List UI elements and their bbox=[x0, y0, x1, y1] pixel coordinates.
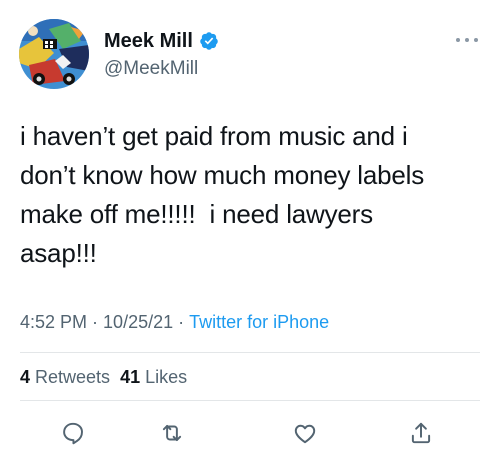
like-icon bbox=[294, 424, 316, 444]
likes-stat[interactable]: 41 Likes bbox=[120, 366, 187, 388]
tweet-text: i haven’t get paid from music and i don’… bbox=[20, 121, 425, 268]
tweet: Meek Mill @MeekMill i haven’t get paid f… bbox=[0, 0, 500, 472]
retweets-count: 4 bbox=[20, 367, 31, 387]
reply-button[interactable] bbox=[58, 418, 88, 448]
meta-separator: · bbox=[92, 312, 99, 332]
author-handle[interactable]: @MeekMill bbox=[104, 58, 198, 80]
meta-separator: · bbox=[178, 312, 185, 332]
like-button[interactable] bbox=[290, 418, 320, 448]
engagement-stats: 4 Retweets 41 Likes bbox=[20, 366, 197, 388]
retweets-label: Retweets bbox=[35, 367, 111, 387]
divider bbox=[20, 400, 480, 401]
retweets-stat[interactable]: 4 Retweets bbox=[20, 366, 110, 388]
avatar[interactable] bbox=[19, 19, 89, 89]
retweet-icon bbox=[162, 424, 182, 442]
avatar-image bbox=[19, 19, 89, 89]
likes-count: 41 bbox=[120, 367, 141, 387]
share-icon bbox=[411, 422, 431, 444]
tweet-source-link[interactable]: Twitter for iPhone bbox=[189, 311, 329, 333]
likes-label: Likes bbox=[145, 367, 188, 387]
more-options-icon[interactable] bbox=[454, 32, 480, 42]
verified-badge-icon bbox=[199, 31, 219, 51]
author-name-row[interactable]: Meek Mill bbox=[104, 30, 219, 52]
tweet-date[interactable]: 10/25/21 bbox=[103, 311, 173, 333]
share-button[interactable] bbox=[406, 418, 436, 448]
tweet-meta: 4:52 PM · 10/25/21 · Twitter for iPhone bbox=[20, 311, 329, 333]
retweet-button[interactable] bbox=[157, 418, 187, 448]
divider bbox=[20, 352, 480, 353]
reply-icon bbox=[63, 422, 83, 445]
tweet-time[interactable]: 4:52 PM bbox=[20, 311, 87, 333]
display-name[interactable]: Meek Mill bbox=[104, 30, 193, 52]
